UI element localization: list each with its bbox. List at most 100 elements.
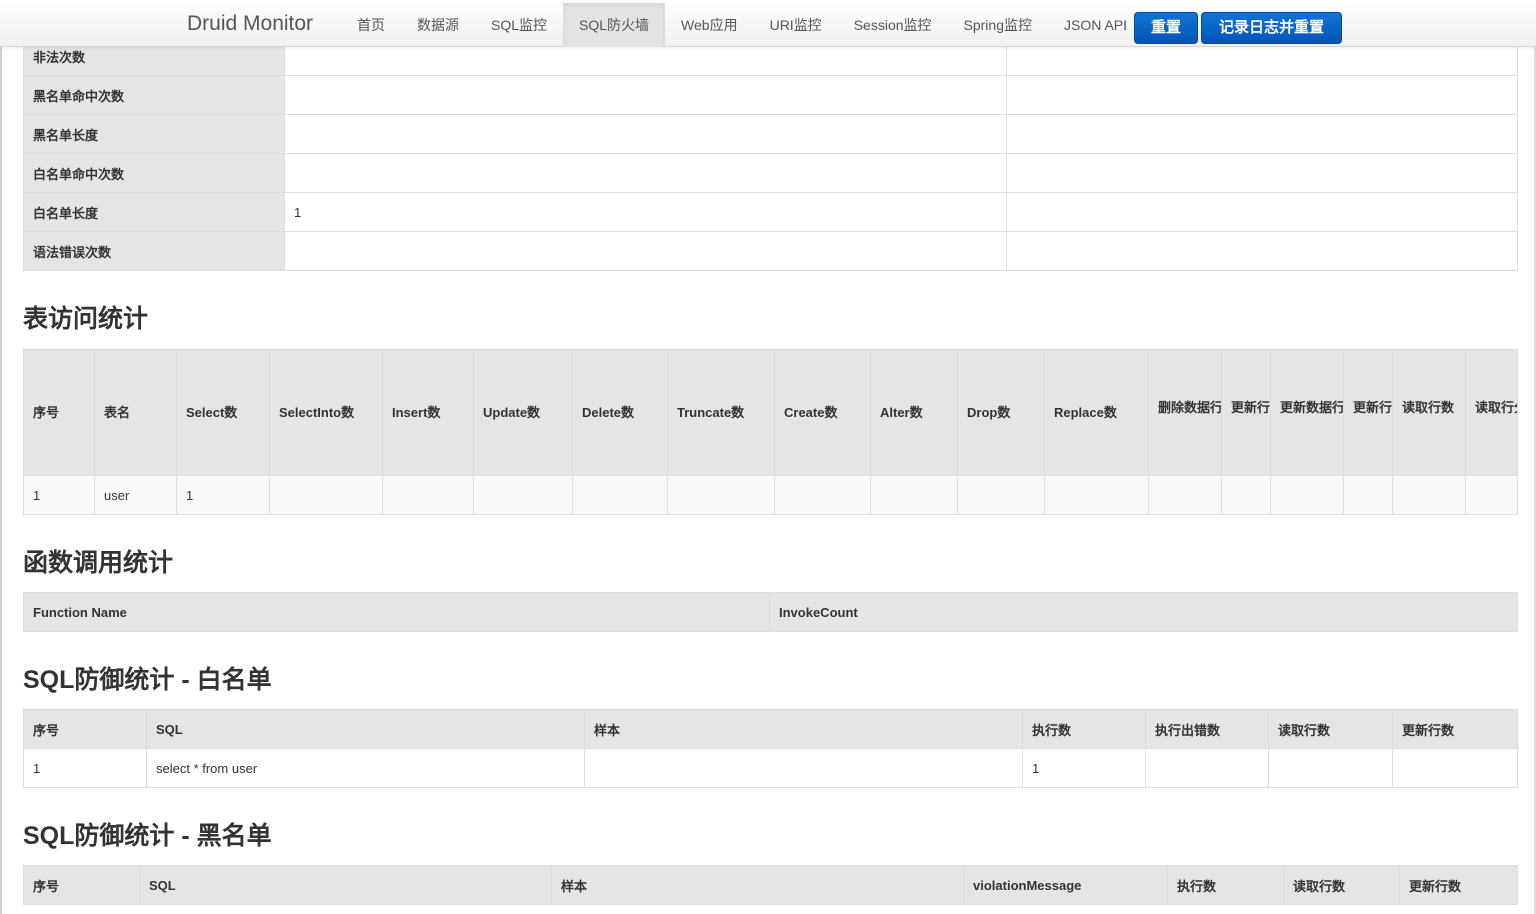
col-header-fetch-rows[interactable]: 读取行数 xyxy=(1268,709,1393,749)
table-cell xyxy=(774,475,871,515)
col-header-insert[interactable]: Insert数 xyxy=(382,349,474,476)
table-row: 1 user 1 xyxy=(23,475,1518,515)
nav-session-monitor[interactable]: Session监控 xyxy=(838,3,948,47)
nav-sql-firewall[interactable]: SQL防火墙 xyxy=(563,3,666,47)
col-header-index[interactable]: 序号 xyxy=(23,865,140,905)
stat-label: 白名单命中次数 xyxy=(23,153,285,193)
table-cell xyxy=(1268,748,1393,788)
col-header-sample[interactable]: 样本 xyxy=(551,865,964,905)
table-cell xyxy=(1221,475,1271,515)
left-border xyxy=(0,47,2,914)
stat-extra xyxy=(1006,153,1518,193)
col-header-index[interactable]: 序号 xyxy=(23,349,95,476)
stat-value xyxy=(284,231,1007,271)
stat-row-syntax-error: 语法错误次数 xyxy=(23,231,1518,271)
col-header-execute-error-count[interactable]: 执行出错数 xyxy=(1145,709,1269,749)
col-header-sample[interactable]: 样本 xyxy=(584,709,1023,749)
table-cell xyxy=(870,475,958,515)
nav-datasource[interactable]: 数据源 xyxy=(401,3,475,47)
stat-row-whitelist-length: 白名单长度 1 xyxy=(23,192,1518,232)
table-cell xyxy=(269,475,383,515)
nav-sql-monitor[interactable]: SQL监控 xyxy=(475,3,563,47)
col-header-drop[interactable]: Drop数 xyxy=(957,349,1045,476)
table-cell xyxy=(957,475,1045,515)
nav-home[interactable]: 首页 xyxy=(341,3,401,47)
function-stats-heading: 函数调用统计 xyxy=(23,549,174,577)
col-header-update-dist[interactable]: 更新行分布[ - - - - - - ] xyxy=(1221,349,1271,476)
stat-extra xyxy=(1006,231,1518,271)
table-cell xyxy=(1148,475,1222,515)
col-header-truncate[interactable]: Truncate数 xyxy=(667,349,775,476)
stat-label: 黑名单命中次数 xyxy=(23,75,285,115)
table-stats-heading: 表访问统计 xyxy=(23,305,149,333)
col-header-fetch-dist[interactable]: 读取行分布[ - - - - - - ] xyxy=(1465,349,1518,476)
col-header-replace[interactable]: Replace数 xyxy=(1044,349,1149,476)
table-stats-table: 序号 表名 Select数 SelectInto数 Insert数 Update… xyxy=(23,349,1518,515)
table-cell xyxy=(1343,475,1393,515)
col-header-fetch-rows[interactable]: 读取行数 xyxy=(1283,865,1400,905)
col-header-function-name[interactable]: Function Name xyxy=(23,592,770,632)
stat-label: 黑名单长度 xyxy=(23,114,285,154)
col-header-violation-message[interactable]: violationMessage xyxy=(963,865,1168,905)
table-cell xyxy=(473,475,573,515)
col-header-select[interactable]: Select数 xyxy=(176,349,270,476)
table-cell xyxy=(1270,475,1344,515)
table-cell: 1 xyxy=(1022,748,1146,788)
firewall-stats-table: 非法次数 黑名单命中次数 黑名单长度 白名单命中次数 白名单长度 1 语法错误次… xyxy=(23,36,1518,271)
stat-extra xyxy=(1006,75,1518,115)
table-cell xyxy=(1145,748,1269,788)
col-header-delete[interactable]: Delete数 xyxy=(572,349,668,476)
stat-row-whitelist-hit: 白名单命中次数 xyxy=(23,153,1518,193)
stat-value xyxy=(284,153,1007,193)
stat-value xyxy=(284,114,1007,154)
table-cell xyxy=(382,475,474,515)
table-cell xyxy=(1465,475,1518,515)
blacklist-table: 序号 SQL 样本 violationMessage 执行数 读取行数 更新行数 xyxy=(23,865,1518,905)
brand-title[interactable]: Druid Monitor xyxy=(187,12,313,36)
table-cell xyxy=(1392,475,1466,515)
table-cell: 1 xyxy=(176,475,270,515)
table-cell xyxy=(667,475,775,515)
col-header-updated-rows[interactable]: 更新数据行数 xyxy=(1270,349,1344,476)
col-header-update-rows[interactable]: 更新行数 xyxy=(1399,865,1518,905)
whitelist-heading: SQL防御统计 - 白名单 xyxy=(23,666,272,694)
nav-json-api[interactable]: JSON API xyxy=(1048,3,1143,47)
nav-uri-monitor[interactable]: URI监控 xyxy=(754,3,838,47)
col-header-execute-count[interactable]: 执行数 xyxy=(1022,709,1146,749)
col-header-create[interactable]: Create数 xyxy=(774,349,871,476)
stat-value: 1 xyxy=(284,192,1007,232)
col-header-update-dist-2[interactable]: 更新行分布[ - - - - - - ] xyxy=(1343,349,1393,476)
col-header-execute-count[interactable]: 执行数 xyxy=(1167,865,1284,905)
col-header-sql[interactable]: SQL xyxy=(146,709,585,749)
col-header-invoke-count[interactable]: InvokeCount xyxy=(769,592,1518,632)
table-cell xyxy=(584,748,1023,788)
stat-extra xyxy=(1006,192,1518,232)
main-nav: 首页 数据源 SQL监控 SQL防火墙 Web应用 URI监控 Session监… xyxy=(341,3,1143,47)
col-header-update-rows[interactable]: 更新行数 xyxy=(1392,709,1518,749)
table-cell xyxy=(572,475,668,515)
reset-button[interactable]: 重置 xyxy=(1134,12,1198,44)
col-header-alter[interactable]: Alter数 xyxy=(870,349,958,476)
table-cell: user xyxy=(94,475,177,515)
col-header-select-into[interactable]: SelectInto数 xyxy=(269,349,383,476)
table-cell: 1 xyxy=(23,475,95,515)
function-stats-table: Function Name InvokeCount xyxy=(23,592,1518,632)
whitelist-table: 序号 SQL 样本 执行数 执行出错数 读取行数 更新行数 1 select *… xyxy=(23,709,1518,788)
table-cell xyxy=(1392,748,1518,788)
top-navbar: Druid Monitor 首页 数据源 SQL监控 SQL防火墙 Web应用 … xyxy=(0,0,1536,47)
stat-row-blacklist-hit: 黑名单命中次数 xyxy=(23,75,1518,115)
nav-spring-monitor[interactable]: Spring监控 xyxy=(948,3,1048,47)
table-cell: 1 xyxy=(23,748,147,788)
col-header-index[interactable]: 序号 xyxy=(23,709,147,749)
stat-extra xyxy=(1006,114,1518,154)
nav-web-app[interactable]: Web应用 xyxy=(665,3,754,47)
col-header-table-name[interactable]: 表名 xyxy=(94,349,177,476)
table-row: 1 select * from user 1 xyxy=(23,748,1518,788)
col-header-sql[interactable]: SQL xyxy=(139,865,552,905)
stat-label: 白名单长度 xyxy=(23,192,285,232)
col-header-deleted-rows[interactable]: 删除数据行数 xyxy=(1148,349,1222,476)
col-header-update[interactable]: Update数 xyxy=(473,349,573,476)
col-header-fetch-rows[interactable]: 读取行数 xyxy=(1392,349,1466,476)
stat-row-blacklist-length: 黑名单长度 xyxy=(23,114,1518,154)
log-and-reset-button[interactable]: 记录日志并重置 xyxy=(1201,12,1342,44)
